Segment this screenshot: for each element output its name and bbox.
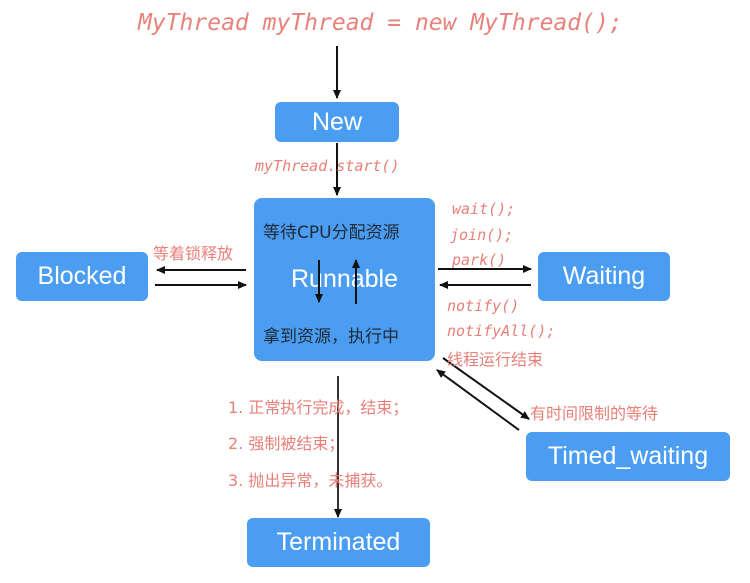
runnable-internal-arrows [315, 259, 360, 304]
to-waiting-call-1: wait(); [452, 200, 516, 218]
state-waiting-label: Waiting [562, 262, 646, 290]
state-new: New [275, 102, 399, 142]
terminate-reason-3: 3. 抛出异常，未捕获。 [228, 471, 393, 490]
to-waiting-call-2: join(); [450, 226, 514, 244]
blocked-wait-label: 等着锁释放 [153, 244, 234, 263]
from-waiting-call-1: notify() [447, 297, 520, 315]
terminate-reason-1: 1. 正常执行完成，结束； [228, 398, 409, 417]
thread-state-diagram: MyThread myThread = new MyThread(); New … [0, 0, 750, 583]
state-timed-waiting-label: Timed_waiting [547, 442, 709, 470]
timed-wait-label: 有时间限制的等待 [530, 404, 659, 423]
constructor-code: MyThread myThread = new MyThread(); [138, 10, 623, 36]
state-blocked-label: Blocked [37, 262, 127, 290]
terminate-reason-2: 2. 强制被结束； [228, 434, 345, 453]
arrow-timed-waiting-to-runnable [436, 369, 520, 431]
state-terminated-label: Terminated [276, 528, 401, 556]
start-call-label: myThread.start() [255, 157, 400, 175]
from-waiting-call-2: notifyAll(); [447, 322, 556, 340]
state-new-label: New [311, 107, 362, 136]
state-timed-waiting: Timed_waiting [526, 432, 730, 481]
from-waiting-call-3: 线程运行结束 [447, 350, 544, 369]
state-terminated: Terminated [247, 518, 430, 567]
to-waiting-call-3: park() [452, 251, 507, 269]
state-waiting: Waiting [538, 252, 670, 301]
state-blocked: Blocked [16, 252, 148, 301]
